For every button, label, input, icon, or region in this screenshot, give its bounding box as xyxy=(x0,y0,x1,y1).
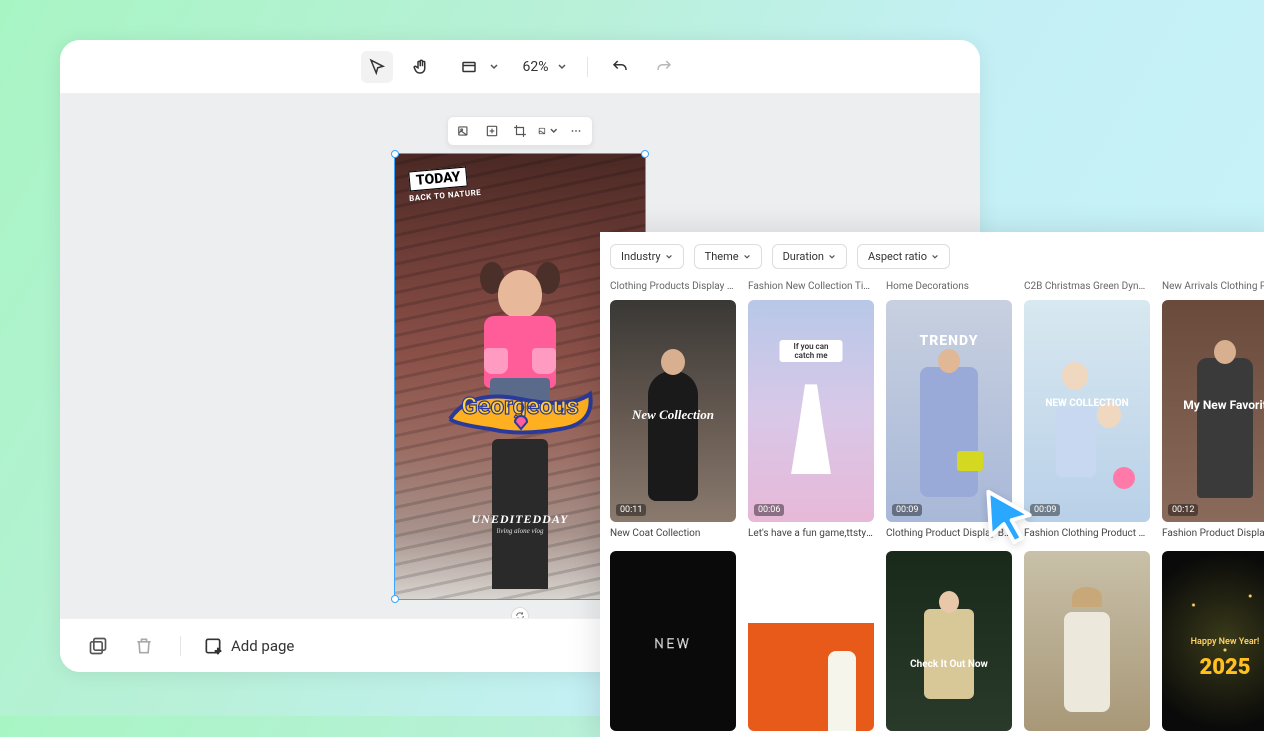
template-item[interactable]: Check It Out Now xyxy=(886,551,1012,737)
template-category: Home Decorations xyxy=(886,281,1012,294)
chevron-down-icon[interactable] xyxy=(489,62,499,72)
add-page-label: Add page xyxy=(231,637,294,655)
redo-button[interactable] xyxy=(648,51,680,83)
template-thumbnail[interactable]: New Collection 00:11 xyxy=(610,300,736,522)
template-thumbnail[interactable]: Check It Out Now xyxy=(886,551,1012,731)
top-toolbar: 62% xyxy=(60,40,980,94)
template-duration: 00:09 xyxy=(892,504,922,516)
crop-icon[interactable] xyxy=(510,121,530,141)
template-panel: Industry Theme Duration Aspect ratio Clo… xyxy=(600,232,1264,737)
filter-duration[interactable]: Duration xyxy=(772,244,847,269)
template-name: New Coat Collection xyxy=(610,528,736,541)
template-thumbnail[interactable] xyxy=(1024,551,1150,731)
template-thumbnail[interactable]: NEW xyxy=(610,551,736,731)
template-overlay-text: New Collection xyxy=(610,407,736,423)
add-page-button[interactable]: Add page xyxy=(203,636,294,656)
template-thumbnail[interactable]: My New Favorit 00:12 xyxy=(1162,300,1264,522)
template-thumbnail[interactable]: TRENDY 00:09 xyxy=(886,300,1012,522)
template-category: New Arrivals Clothing Produ... xyxy=(1162,281,1264,294)
replace-image-icon[interactable] xyxy=(454,121,474,141)
zoom-value: 62% xyxy=(519,59,553,75)
template-item[interactable]: NEW xyxy=(610,551,736,737)
hand-tool[interactable] xyxy=(405,51,437,83)
more-options-icon[interactable] xyxy=(566,121,586,141)
template-name: Let's have a fun game,ttstyle ✨ xyxy=(748,528,874,541)
template-name: Fashion Product Display Lig... xyxy=(1162,528,1264,541)
divider xyxy=(180,636,181,656)
template-thumbnail[interactable]: If you can catch me 00:06 xyxy=(748,300,874,522)
template-thumbnail[interactable]: NEW COLLECTION 00:09 xyxy=(1024,300,1150,522)
context-toolbar xyxy=(447,116,593,146)
add-element-icon[interactable] xyxy=(482,121,502,141)
caption-text: UNEDITEDDAY living alone vlog xyxy=(471,512,568,535)
template-thumbnail[interactable]: CHECK IT OUT NOW xyxy=(748,551,874,731)
template-category: Fashion New Collection TikTok ... xyxy=(748,281,874,294)
template-item[interactable]: CHECK IT OUT NOW xyxy=(748,551,874,737)
template-overlay-text: TRENDY xyxy=(886,333,1012,349)
filter-industry[interactable]: Industry xyxy=(610,244,684,269)
image-options-icon[interactable] xyxy=(538,121,558,141)
template-duration: 00:11 xyxy=(616,504,646,516)
template-overlay-text: My New Favorit xyxy=(1162,398,1264,412)
undo-button[interactable] xyxy=(604,51,636,83)
divider xyxy=(587,57,588,77)
template-overlay-text: Check It Out Now xyxy=(886,659,1012,670)
frame-tool[interactable] xyxy=(453,51,485,83)
template-item[interactable] xyxy=(1024,551,1150,737)
template-thumbnail[interactable]: Happy New Year! 2025 xyxy=(1162,551,1264,731)
template-category: Clothing Products Display Beati... xyxy=(610,281,736,294)
template-duration: 00:12 xyxy=(1168,504,1198,516)
template-overlay-text: NEW COLLECTION xyxy=(1024,398,1150,409)
gorgeous-sticker: Georgeous xyxy=(440,374,600,448)
template-item[interactable]: New Arrivals Clothing Produ... My New Fav… xyxy=(1162,281,1264,551)
template-item[interactable]: Happy New Year! 2025 xyxy=(1162,551,1264,737)
template-overlay-text: 2025 xyxy=(1162,655,1264,680)
template-grid-row2: NEW CHECK IT OUT NOW Check It Out Now Happy… xyxy=(600,551,1264,737)
template-overlay-text: NEW xyxy=(610,637,736,652)
template-grid-row1: Clothing Products Display Beati... New Co… xyxy=(600,281,1264,551)
template-overlay-text: CHECK IT OUT NOW xyxy=(748,587,874,597)
template-name: Fashion Clothing Product Display xyxy=(1024,528,1150,541)
today-badge: TODAY BACK TO NATURE xyxy=(409,168,481,200)
filter-row: Industry Theme Duration Aspect ratio xyxy=(600,244,1264,281)
template-overlay-sub: Happy New Year! xyxy=(1162,637,1264,647)
template-item[interactable]: Home Decorations TRENDY 00:09 Clothing Prod… xyxy=(886,281,1012,551)
template-item[interactable]: C2B Christmas Green Dynamic ... NEW COLLE… xyxy=(1024,281,1150,551)
filter-theme[interactable]: Theme xyxy=(694,244,762,269)
pages-icon[interactable] xyxy=(84,632,112,660)
delete-icon[interactable] xyxy=(130,632,158,660)
template-item[interactable]: Clothing Products Display Beati... New Co… xyxy=(610,281,736,551)
template-overlay-text: If you can catch me xyxy=(780,340,843,362)
template-name: Clothing Product Display Be... xyxy=(886,528,1012,541)
template-duration: 00:09 xyxy=(1030,504,1060,516)
template-item[interactable]: Fashion New Collection TikTok ... If you … xyxy=(748,281,874,551)
select-tool[interactable] xyxy=(361,51,393,83)
zoom-control[interactable]: 62% xyxy=(515,59,571,75)
chevron-down-icon xyxy=(557,62,567,72)
filter-aspect-ratio[interactable]: Aspect ratio xyxy=(857,244,950,269)
template-category: C2B Christmas Green Dynamic ... xyxy=(1024,281,1150,294)
template-duration: 00:06 xyxy=(754,504,784,516)
